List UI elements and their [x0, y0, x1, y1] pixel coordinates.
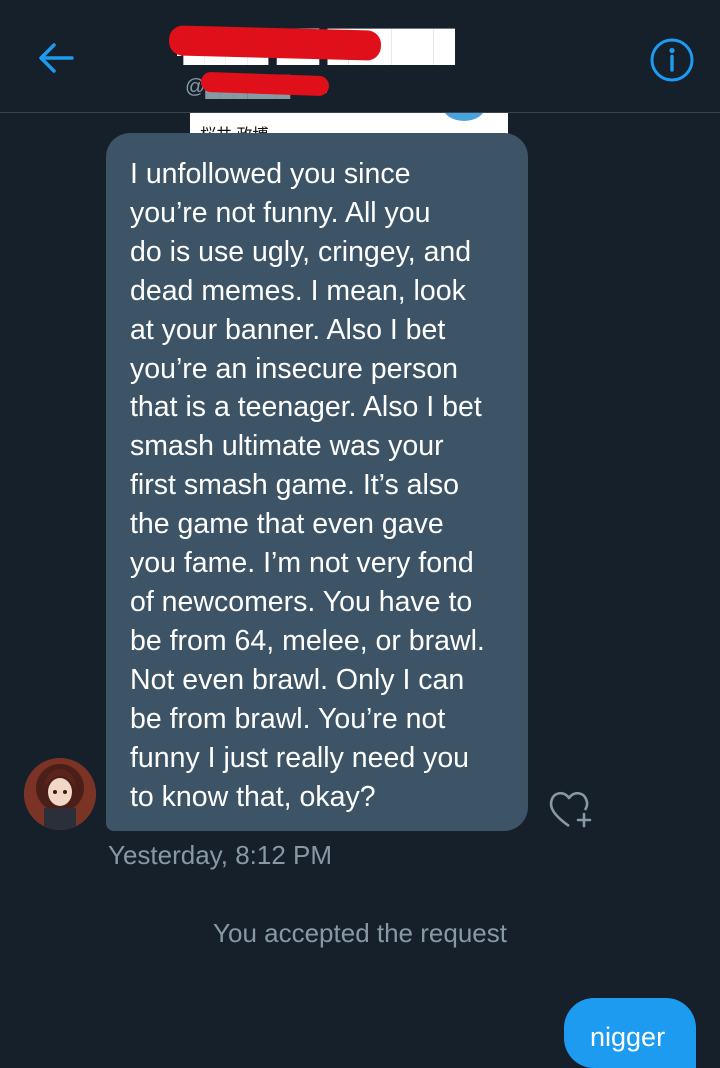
message-line: funny I just really need you: [130, 741, 470, 774]
message-line: you’re an insecure person: [130, 352, 458, 385]
message-line: of newcomers. You have to: [130, 585, 473, 618]
redaction-mark: [168, 25, 382, 61]
sent-message-bubble[interactable]: nigger: [564, 998, 696, 1068]
message-line: be from brawl. You’re not: [130, 702, 446, 735]
message-line: to know that, okay?: [130, 780, 376, 813]
heart-plus-icon: [549, 791, 592, 828]
received-message-bubble[interactable]: I unfollowed you since you’re not funny. …: [106, 133, 528, 831]
message-line: the game that even gave: [130, 508, 444, 541]
message-line: first smash game. It’s also: [130, 469, 459, 502]
info-button[interactable]: [648, 36, 696, 84]
received-message-text: I unfollowed you since you’re not funny. …: [130, 155, 508, 816]
shared-tweet-avatar: [442, 113, 486, 121]
message-line: that is a teenager. Also I bet: [130, 391, 482, 424]
message-line: you’re not funny. All you: [130, 196, 431, 229]
message-line: dead memes. I mean, look: [130, 274, 466, 307]
message-timestamp: Yesterday, 8:12 PM: [108, 840, 333, 870]
conversation-title[interactable]: I████ ██ ██████ @██████com: [165, 22, 455, 102]
message-line: be from 64, melee, or brawl.: [130, 624, 485, 657]
avatar[interactable]: [24, 758, 96, 830]
back-button[interactable]: [32, 36, 80, 80]
sent-message-text: nigger: [590, 1022, 666, 1052]
message-line: Not even brawl. Only I can: [130, 663, 465, 696]
arrow-left-icon: [39, 43, 74, 73]
message-line: do is use ugly, cringey, and: [130, 235, 472, 268]
add-reaction-button[interactable]: [546, 786, 596, 832]
message-line: at your banner. Also I bet: [130, 313, 446, 346]
message-line: smash ultimate was your: [130, 430, 444, 463]
conversation-header: I████ ██ ██████ @██████com: [0, 0, 720, 113]
message-line: you fame. I’m not very fond: [130, 547, 474, 580]
message-line: I unfollowed you since: [130, 158, 411, 190]
system-message: You accepted the request: [213, 918, 507, 948]
info-icon: [650, 38, 694, 82]
avatar-image: [24, 758, 96, 830]
